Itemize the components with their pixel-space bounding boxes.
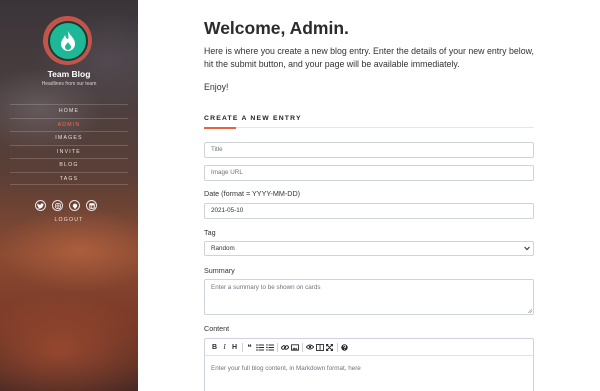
logo[interactable]	[43, 16, 92, 65]
section-accent-line	[204, 127, 236, 129]
instagram-icon[interactable]	[52, 200, 63, 211]
sidebar-nav: HOME ADMIN IMAGES INVITE BLOG TAGS	[10, 104, 128, 185]
nav-item-invite[interactable]: INVITE	[10, 144, 128, 159]
editor-toolbar: B I H ❝	[205, 339, 533, 356]
title-input[interactable]: Title	[204, 142, 534, 158]
link-icon[interactable]	[280, 342, 289, 352]
heading-icon[interactable]: H	[230, 342, 239, 352]
enjoy-text: Enjoy!	[204, 82, 229, 92]
nav-item-home[interactable]: HOME	[10, 104, 128, 118]
nav-item-admin[interactable]: ADMIN	[10, 117, 128, 132]
image-url-input[interactable]: Image URL	[204, 165, 534, 181]
help-icon[interactable]	[340, 342, 349, 352]
logout-link[interactable]: LOGOUT	[0, 217, 138, 223]
image-icon[interactable]	[290, 342, 299, 352]
toolbar-separator	[277, 342, 278, 352]
resize-handle-icon[interactable]	[527, 308, 532, 313]
ordered-list-icon[interactable]	[265, 342, 274, 352]
intro-text: Here is where you create a new blog entr…	[204, 46, 534, 69]
preview-icon[interactable]	[305, 342, 314, 352]
section-divider	[204, 127, 534, 128]
brand-name[interactable]: Team Blog	[0, 69, 138, 79]
toolbar-separator	[302, 342, 303, 352]
section-title: CREATE A NEW ENTRY	[204, 115, 302, 122]
date-label: Date (format = YYYY-MM-DD)	[204, 189, 301, 198]
unordered-list-icon[interactable]	[255, 342, 264, 352]
twitter-icon[interactable]	[35, 200, 46, 211]
social-links	[35, 200, 97, 211]
nav-item-blog[interactable]: BLOG	[10, 158, 128, 172]
bold-icon[interactable]: B	[210, 342, 219, 352]
toolbar-separator	[242, 342, 243, 352]
chevron-down-icon	[524, 246, 530, 251]
github-icon[interactable]	[69, 200, 80, 211]
editor-content[interactable]: Enter your full blog content, in Markdow…	[205, 356, 533, 381]
tag-select[interactable]: Random	[204, 241, 534, 256]
page-title: Welcome, Admin.	[204, 18, 349, 38]
summary-textarea[interactable]: Enter a summary to be shown on cards	[204, 279, 534, 315]
summary-placeholder: Enter a summary to be shown on cards	[211, 284, 321, 291]
italic-icon[interactable]: I	[220, 342, 229, 352]
markdown-editor[interactable]: B I H ❝ Enter your full blog content, in…	[204, 338, 534, 391]
side-by-side-icon[interactable]	[315, 342, 324, 352]
nav-item-tags[interactable]: TAGS	[10, 171, 128, 185]
linkedin-icon[interactable]	[86, 200, 97, 211]
flame-icon	[47, 20, 88, 61]
summary-label: Summary	[204, 266, 235, 275]
quote-icon[interactable]: ❝	[245, 342, 254, 352]
tag-label: Tag	[204, 228, 216, 237]
brand-tagline: Headlines from our team	[41, 81, 97, 87]
toolbar-separator	[337, 342, 338, 352]
fullscreen-icon[interactable]	[325, 342, 334, 352]
content-label: Content	[204, 324, 230, 333]
sidebar: Team Blog Headlines from our team HOME A…	[0, 0, 138, 391]
date-input[interactable]: 2021-05-10	[204, 203, 534, 219]
tag-select-value: Random	[211, 245, 235, 252]
nav-item-images[interactable]: IMAGES	[10, 131, 128, 145]
editor-placeholder: Enter your full blog content, in Markdow…	[211, 365, 361, 372]
